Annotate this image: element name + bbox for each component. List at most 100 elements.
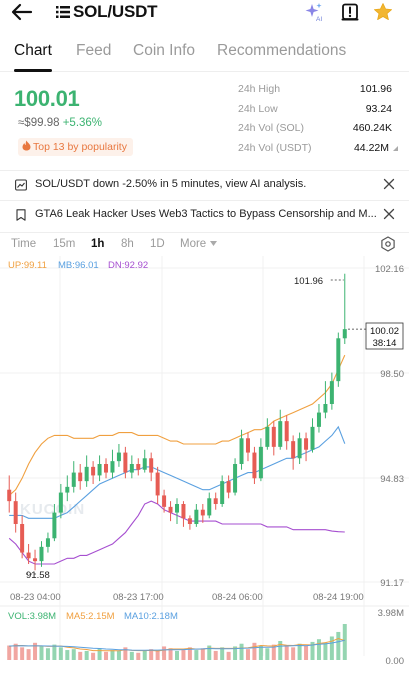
tab-chart[interactable]: Chart	[14, 42, 52, 60]
timeframe-8h[interactable]: 8h	[121, 238, 134, 250]
volume-bar	[91, 652, 96, 660]
close-icon[interactable]	[383, 178, 395, 190]
pair-title[interactable]: SOL/USDT	[73, 2, 158, 22]
candle-body	[181, 504, 186, 519]
candle-body	[20, 524, 25, 553]
volume-bar	[316, 639, 321, 660]
stat-value: 101.96	[359, 83, 392, 95]
timeframe-15m[interactable]: 15m	[53, 238, 75, 250]
candle-body	[39, 546, 44, 562]
tab-feed[interactable]: Feed	[76, 42, 111, 60]
popularity-badge[interactable]: Top 13 by popularity	[18, 138, 133, 156]
candle-body	[265, 426, 270, 447]
candle-body	[291, 441, 296, 459]
volume-bar	[194, 650, 199, 660]
caret-down-icon	[210, 241, 218, 246]
candle-body	[323, 404, 328, 413]
stat-value: 44.22M	[353, 141, 389, 154]
volume-bar	[110, 650, 115, 660]
high-price-label: 101.96	[294, 276, 323, 287]
candle-body	[155, 472, 160, 496]
stat-24h-low: 24h Low 93.24	[238, 103, 398, 123]
candle-body	[149, 458, 154, 473]
timeframe-1d[interactable]: 1D	[150, 238, 165, 250]
caret-down-icon	[393, 145, 398, 151]
news-text: GTA6 Leak Hacker Uses Web3 Tactics to By…	[35, 208, 377, 220]
volume-bar	[58, 647, 63, 660]
fire-icon	[22, 140, 31, 151]
price-axis-label: 102.16	[375, 264, 404, 275]
candle-body	[297, 438, 302, 459]
star-icon[interactable]	[373, 2, 393, 22]
volume-bar	[116, 650, 121, 660]
volume-bar	[7, 645, 12, 660]
volume-bar	[84, 650, 89, 660]
volume-bar	[245, 649, 250, 660]
usd-price: ≈$99.98	[18, 117, 60, 129]
volume-bar	[265, 648, 270, 660]
timeframe-more-label: More	[180, 238, 207, 250]
candle-body	[129, 464, 134, 473]
volume-bar	[323, 642, 328, 660]
back-arrow-icon[interactable]	[10, 2, 34, 22]
ai-analysis-text: SOL/USDT down -2.50% in 5 minutes, view …	[35, 178, 307, 190]
candle-body	[78, 472, 83, 482]
volume-axis-max: 3.98M	[378, 608, 404, 619]
candle-body	[110, 461, 115, 473]
candle-body	[71, 472, 76, 487]
boll-dn-label: DN:92.92	[108, 260, 148, 271]
candle-body	[258, 446, 263, 479]
ai-analysis-notice[interactable]: SOL/USDT down -2.50% in 5 minutes, view …	[0, 170, 409, 198]
timeframe-1h[interactable]: 1h	[91, 238, 104, 250]
candle-body	[316, 412, 321, 427]
volume-bar	[162, 646, 167, 660]
close-icon[interactable]	[383, 208, 395, 220]
volume-bar	[213, 650, 218, 660]
candle-body	[13, 501, 18, 524]
candle-body	[52, 512, 57, 539]
tab-recommendations[interactable]: Recommendations	[217, 42, 346, 60]
volume-bar	[252, 642, 257, 660]
ai-sparkle-icon[interactable]: AI	[304, 2, 324, 22]
volume-bar	[20, 647, 25, 660]
volume-bar	[342, 624, 347, 660]
price-chart[interactable]: KUCOIN UP:99.11 MB:96.01 DN:92.92 102.16…	[0, 256, 409, 680]
settings-icon[interactable]	[380, 236, 396, 252]
usd-price-line: ≈$99.98 +5.36%	[18, 117, 102, 129]
volume-bar	[155, 650, 160, 660]
candle-body	[233, 464, 238, 493]
volume-bar	[136, 652, 141, 660]
candle-body	[336, 338, 341, 382]
news-icon	[16, 209, 26, 221]
time-axis-label: 08-23 04:00	[10, 592, 61, 603]
candle-body	[245, 438, 250, 453]
candle-body	[104, 464, 109, 473]
candlestick-chart[interactable]: KUCOIN UP:99.11 MB:96.01 DN:92.92 102.16…	[0, 256, 409, 680]
volume-bar	[52, 644, 57, 660]
volume-bar	[65, 650, 70, 660]
stat-24h-vol-quote[interactable]: 24h Vol (USDT) 44.22M	[238, 142, 398, 162]
tab-coin-info[interactable]: Coin Info	[133, 42, 195, 60]
volume-bar	[226, 651, 231, 660]
ai-badge: AI	[316, 16, 322, 22]
stat-value: 460.24K	[352, 122, 392, 134]
candle-body	[116, 452, 121, 462]
candle-body	[168, 506, 173, 513]
volume-bar	[78, 651, 83, 660]
time-axis-label: 08-23 17:00	[113, 592, 164, 603]
volume-bar	[336, 631, 341, 660]
volume-bar	[297, 643, 302, 660]
price-alert-icon[interactable]	[340, 2, 360, 22]
news-notice[interactable]: GTA6 Leak Hacker Uses Web3 Tactics to By…	[0, 200, 409, 228]
stat-label: 24h High	[238, 83, 281, 95]
timeframe-time[interactable]: Time	[11, 238, 36, 250]
candle-body	[84, 466, 89, 482]
timeframe-more[interactable]: More	[180, 238, 218, 250]
candle-body	[252, 452, 257, 479]
candle-body	[45, 538, 50, 547]
24h-stats: 24h High 101.96 24h Low 93.24 24h Vol (S…	[238, 83, 398, 161]
volume-bar	[104, 651, 109, 660]
stat-label: 24h Low	[238, 102, 278, 115]
menu-lines-icon[interactable]	[56, 5, 70, 19]
stat-label: 24h Vol (USDT)	[238, 141, 312, 154]
